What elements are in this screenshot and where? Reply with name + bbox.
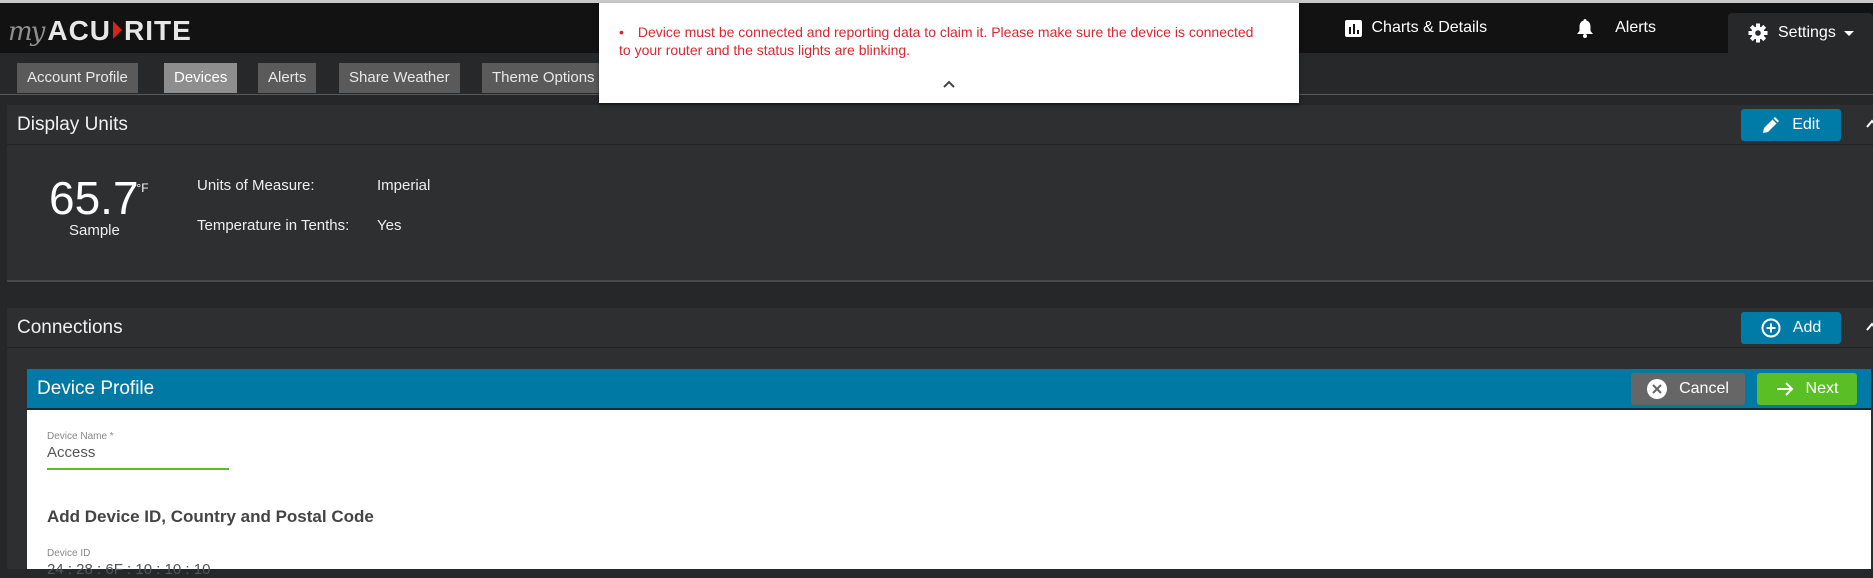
display-units-body: 65.7°F Sample Units of Measure: Imperial… <box>7 145 1873 282</box>
error-alert-popup: •Device must be connected and reporting … <box>599 3 1299 103</box>
device-name-input[interactable] <box>47 444 227 461</box>
caret-down-icon <box>1844 31 1854 36</box>
display-units-title: Display Units <box>17 114 128 136</box>
pencil-icon <box>1762 116 1780 134</box>
nav-alerts[interactable]: Alerts <box>1569 3 1678 53</box>
arrow-right-icon <box>1776 381 1794 397</box>
device-name-label: Device Name * <box>47 431 114 442</box>
edit-label: Edit <box>1792 116 1820 134</box>
cancel-label: Cancel <box>1679 380 1729 398</box>
tab-alerts[interactable]: Alerts <box>258 63 316 93</box>
device-id-label: Device ID <box>47 548 90 559</box>
logo-acu: ACU <box>47 15 111 47</box>
logo-rite: RITE <box>124 15 192 47</box>
nav-alerts-label: Alerts <box>1615 19 1656 37</box>
tab-account-profile[interactable]: Account Profile <box>17 63 138 93</box>
sample-temperature: 65.7°F <box>49 171 139 225</box>
plus-circle-icon <box>1761 318 1781 338</box>
device-name-underline <box>47 468 229 470</box>
next-label: Next <box>1806 380 1839 398</box>
sample-temperature-value: 65.7 <box>49 172 139 224</box>
tab-devices[interactable]: Devices <box>164 63 237 93</box>
nav-charts-details[interactable]: Charts & Details <box>1323 3 1510 53</box>
myacurite-logo[interactable]: my ACU RITE <box>8 15 192 43</box>
nav-settings-dropdown[interactable]: Settings <box>1728 13 1873 53</box>
cancel-button[interactable]: Cancel <box>1631 373 1745 405</box>
sample-temperature-unit: °F <box>136 181 148 195</box>
edit-button[interactable]: Edit <box>1741 109 1841 141</box>
units-of-measure-value: Imperial <box>377 177 430 194</box>
nav-settings-label: Settings <box>1778 24 1836 42</box>
close-circle-icon <box>1647 379 1667 399</box>
gear-icon <box>1748 23 1768 43</box>
top-nav: Charts & Details Alerts Settings <box>1323 3 1873 53</box>
device-profile-title: Device Profile <box>37 378 154 400</box>
collapse-chevron-icon[interactable] <box>1865 320 1873 334</box>
logo-arrow-icon <box>113 21 122 39</box>
bullet-icon: • <box>619 24 624 40</box>
temperature-tenths-value: Yes <box>377 217 401 234</box>
collapse-chevron-icon[interactable] <box>1865 117 1873 131</box>
add-connection-button[interactable]: Add <box>1741 312 1841 344</box>
next-button[interactable]: Next <box>1757 373 1857 405</box>
add-label: Add <box>1793 319 1821 337</box>
display-units-panel: Display Units Edit 65.7°F Sample Units o… <box>7 105 1873 282</box>
bell-icon <box>1577 19 1593 38</box>
device-profile-header: Device Profile Cancel Next <box>27 369 1871 410</box>
temperature-tenths-label: Temperature in Tenths: <box>197 217 349 234</box>
logo-my: my <box>8 17 43 47</box>
display-units-header: Display Units Edit <box>7 105 1873 145</box>
bar-chart-icon <box>1345 20 1362 37</box>
connections-header: Connections Add <box>7 308 1873 348</box>
nav-charts-label: Charts & Details <box>1372 19 1488 37</box>
units-of-measure-label: Units of Measure: <box>197 177 315 194</box>
connections-title: Connections <box>17 317 123 339</box>
tab-theme-options[interactable]: Theme Options <box>482 63 605 93</box>
chevron-up-icon[interactable] <box>941 78 957 90</box>
sample-label: Sample <box>69 222 120 239</box>
alert-message-text: Device must be connected and reporting d… <box>619 24 1253 58</box>
add-device-section-title: Add Device ID, Country and Postal Code <box>47 507 374 527</box>
device-id-input[interactable] <box>47 561 347 578</box>
tab-share-weather[interactable]: Share Weather <box>339 63 460 93</box>
alert-message: •Device must be connected and reporting … <box>619 23 1269 59</box>
